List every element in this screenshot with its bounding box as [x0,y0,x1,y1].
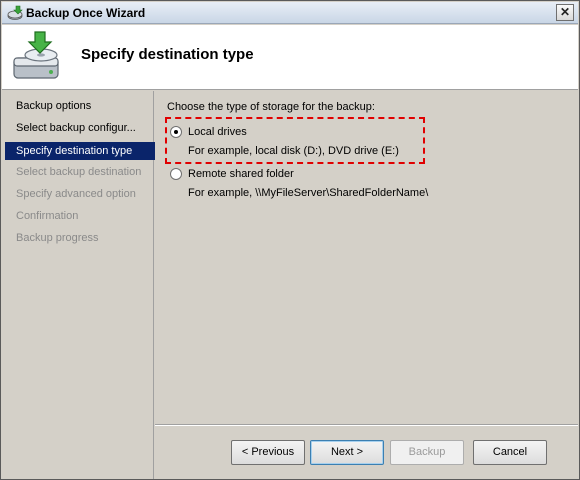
backup-app-icon [7,5,23,20]
close-button[interactable]: ✕ [556,4,574,21]
wizard-content: Choose the type of storage for the backu… [155,91,578,479]
step-specify-destination-type[interactable]: Specify destination type [5,142,155,160]
highlight-annotation-box [165,117,425,164]
step-select-backup-destination: Select backup destination [16,166,142,178]
title-bar[interactable]: Backup Once Wizard ✕ [2,2,578,24]
cancel-button[interactable]: Cancel [473,440,547,465]
next-button[interactable]: Next > [310,440,384,465]
wizard-header: Specify destination type [2,25,578,90]
step-specify-advanced-option: Specify advanced option [16,188,136,200]
step-select-backup-configuration[interactable]: Select backup configur... [5,119,155,137]
page-title: Specify destination type [81,46,254,63]
remote-shared-folder-label[interactable]: Remote shared folder [188,168,294,180]
window-title: Backup Once Wizard [26,6,146,20]
backup-button: Backup [390,440,464,465]
remote-shared-folder-radio[interactable] [170,168,182,180]
remote-shared-folder-description: For example, \\MyFileServer\SharedFolder… [188,187,429,199]
wizard-window: Backup Once Wizard ✕ Specify destination… [0,0,580,480]
step-confirmation: Confirmation [16,210,79,222]
wizard-steps-sidebar: Backup options Select backup configur...… [2,91,155,479]
storage-type-prompt: Choose the type of storage for the backu… [167,101,375,113]
button-separator [155,424,578,426]
remote-shared-folder-option[interactable]: Remote shared folder [170,167,294,181]
previous-button[interactable]: < Previous [231,440,305,465]
step-backup-options[interactable]: Backup options [5,97,155,115]
backup-disk-icon [13,31,59,79]
step-backup-progress: Backup progress [16,232,99,244]
